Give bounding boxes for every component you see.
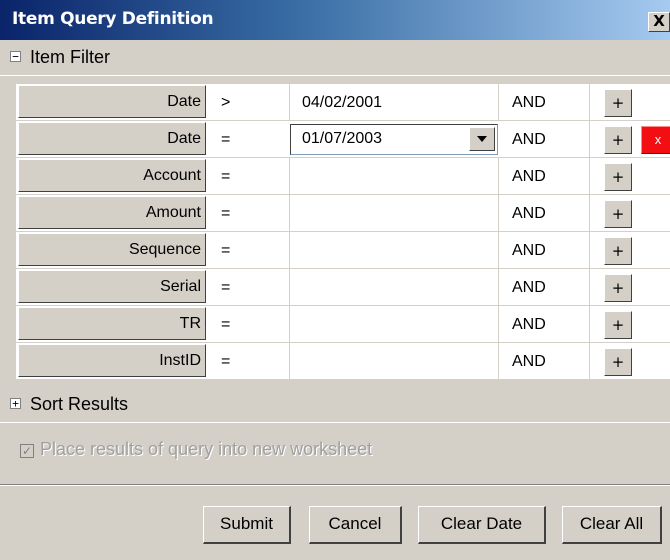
field-button[interactable]: Date	[18, 122, 206, 155]
operator-cell[interactable]: =	[221, 232, 281, 269]
sort-results-label: Sort Results	[30, 394, 129, 414]
filter-row: TR = AND +	[16, 306, 670, 343]
title-bar[interactable]: Item Query Definition X	[0, 0, 670, 40]
add-condition-button[interactable]: +	[604, 163, 632, 191]
field-button[interactable]: InstID	[18, 344, 206, 377]
conjunction-cell[interactable]: AND	[510, 306, 590, 343]
conjunction-cell[interactable]: AND	[510, 121, 590, 158]
expand-icon[interactable]: +	[10, 398, 21, 409]
value-cell[interactable]	[289, 195, 499, 232]
window-title: Item Query Definition	[12, 9, 214, 29]
value-cell[interactable]: 04/02/2001	[289, 84, 499, 121]
value-cell[interactable]	[289, 343, 499, 380]
sort-results-header[interactable]: + Sort Results	[0, 387, 670, 423]
filter-row: InstID = AND +	[16, 343, 670, 380]
value-cell[interactable]	[289, 232, 499, 269]
divider	[0, 484, 670, 486]
new-worksheet-label-text: Place results of query into new workshee…	[40, 439, 373, 459]
submit-button[interactable]: Submit	[203, 506, 291, 544]
add-condition-button[interactable]: +	[604, 200, 632, 228]
date-combobox-value: 01/07/2003	[302, 130, 383, 147]
add-condition-button[interactable]: +	[604, 237, 632, 265]
filter-row: Account = AND +	[16, 158, 670, 195]
operator-cell[interactable]: =	[221, 195, 281, 232]
add-condition-button[interactable]: +	[604, 348, 632, 376]
field-button[interactable]: TR	[18, 307, 206, 340]
new-worksheet-label: Place results of query into new workshee…	[40, 439, 372, 460]
operator-cell[interactable]: >	[221, 84, 281, 121]
collapse-icon[interactable]: −	[10, 51, 21, 62]
clear-date-button[interactable]: Clear Date	[418, 506, 546, 544]
conjunction-cell[interactable]: AND	[510, 195, 590, 232]
item-filter-label: Item Filter	[30, 47, 111, 67]
operator-cell[interactable]: =	[221, 121, 281, 158]
field-button[interactable]: Date	[18, 85, 206, 118]
field-button[interactable]: Sequence	[18, 233, 206, 266]
field-button[interactable]: Serial	[18, 270, 206, 303]
add-condition-button[interactable]: +	[604, 126, 632, 154]
cancel-button[interactable]: Cancel	[309, 506, 402, 544]
value-cell[interactable]	[289, 269, 499, 306]
field-button[interactable]: Account	[18, 159, 206, 192]
conjunction-cell[interactable]: AND	[510, 158, 590, 195]
close-button[interactable]: X	[648, 12, 670, 32]
query-dialog: Item Query Definition X − Item Filter Da…	[0, 0, 670, 560]
filter-row: Date = 01/07/2003 AND + x	[16, 121, 670, 158]
filter-row: Date > 04/02/2001 AND +	[16, 84, 670, 121]
dropdown-arrow-icon[interactable]	[469, 127, 495, 151]
operator-cell[interactable]: =	[221, 158, 281, 195]
operator-cell[interactable]: =	[221, 306, 281, 343]
add-condition-button[interactable]: +	[604, 89, 632, 117]
filter-row: Sequence = AND +	[16, 232, 670, 269]
operator-cell[interactable]: =	[221, 343, 281, 380]
new-worksheet-checkbox[interactable]: ✓	[20, 444, 34, 458]
field-button[interactable]: Amount	[18, 196, 206, 229]
filter-row: Amount = AND +	[16, 195, 670, 232]
conjunction-cell[interactable]: AND	[510, 343, 590, 380]
clear-all-button[interactable]: Clear All	[562, 506, 662, 544]
filter-grid: Date > 04/02/2001 AND + Date = 01/07/200…	[16, 84, 670, 380]
value-cell[interactable]	[289, 158, 499, 195]
delete-condition-button[interactable]: x	[641, 126, 670, 154]
conjunction-cell[interactable]: AND	[510, 269, 590, 306]
conjunction-cell[interactable]: AND	[510, 232, 590, 269]
value-cell[interactable]	[289, 306, 499, 343]
filter-row: Serial = AND +	[16, 269, 670, 306]
add-condition-button[interactable]: +	[604, 311, 632, 339]
add-condition-button[interactable]: +	[604, 274, 632, 302]
item-filter-header[interactable]: − Item Filter	[0, 40, 670, 76]
conjunction-cell[interactable]: AND	[510, 84, 590, 121]
operator-cell[interactable]: =	[221, 269, 281, 306]
date-combobox[interactable]: 01/07/2003	[290, 124, 498, 155]
